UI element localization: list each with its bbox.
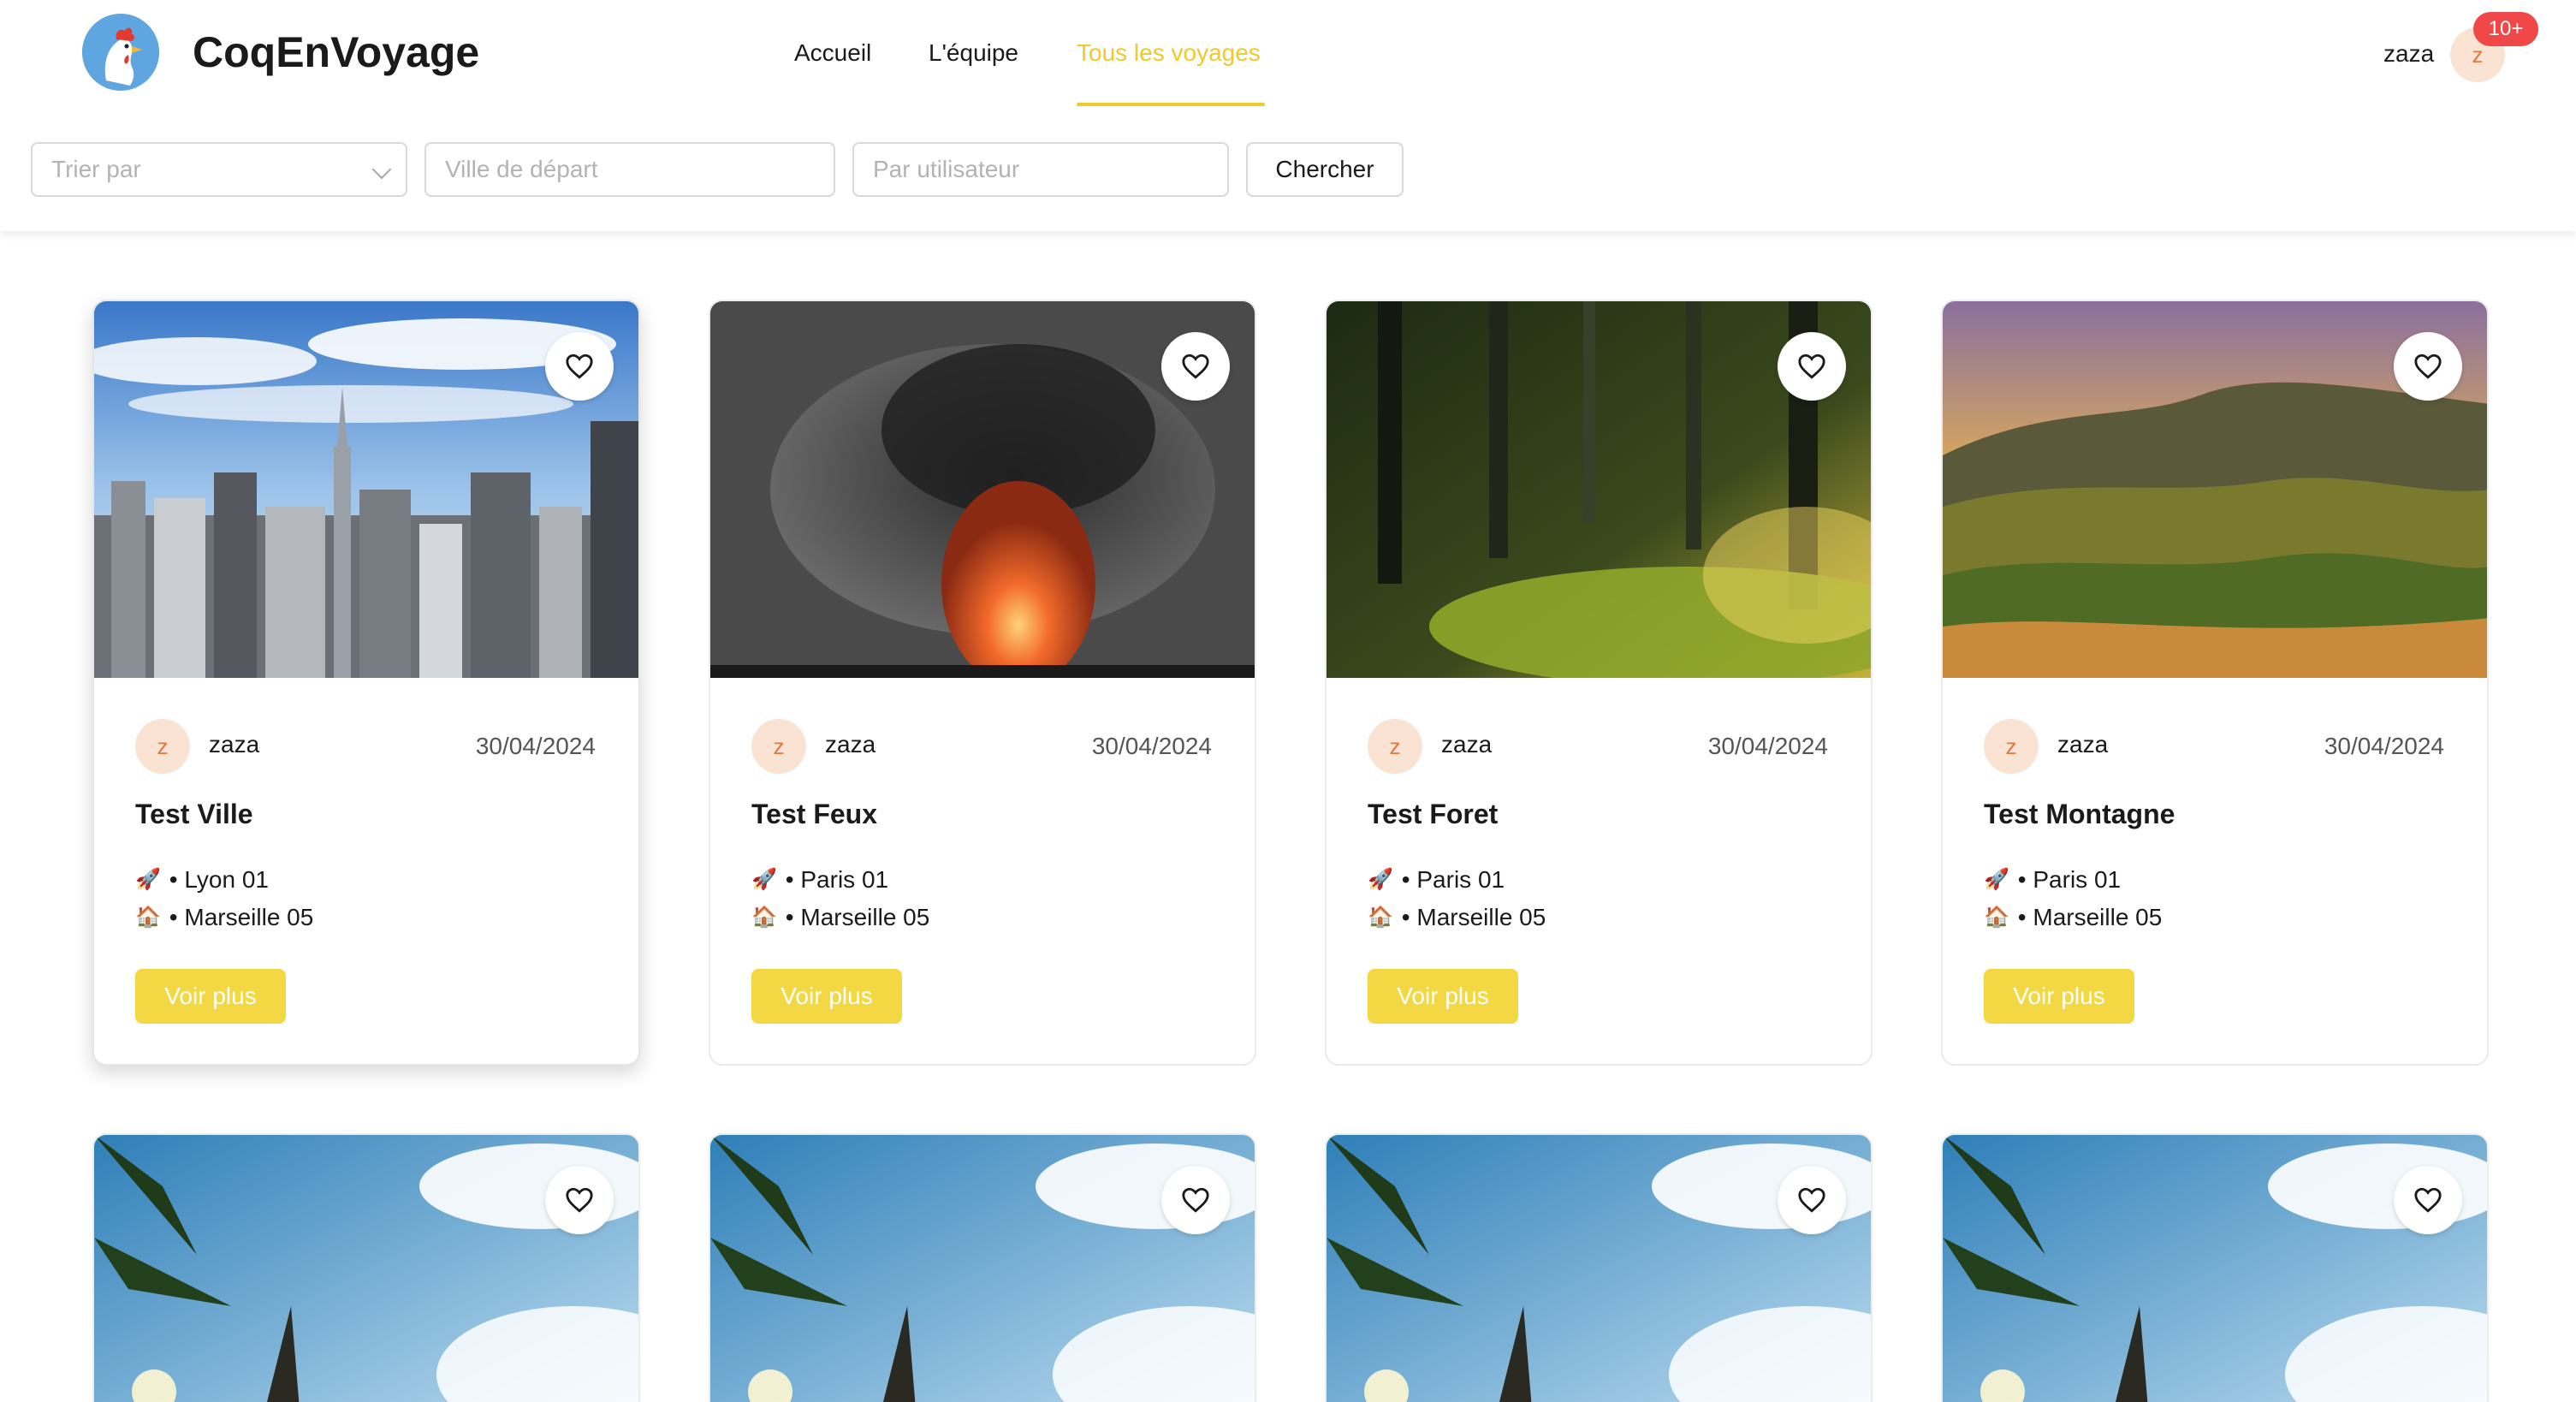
- arrival-city: Marseille 05: [800, 904, 930, 930]
- favorite-heart-button[interactable]: [1778, 332, 1846, 401]
- author-name: zaza: [825, 731, 876, 757]
- heart-icon: [2414, 353, 2442, 379]
- nav-accueil[interactable]: Accueil: [794, 33, 871, 74]
- trip-card[interactable]: z zaza 30/04/2024 Test Ville 🚀 • Lyon 01…: [92, 300, 640, 1066]
- notification-badge[interactable]: 10+: [2473, 12, 2538, 46]
- trip-card[interactable]: [709, 1133, 1256, 1402]
- author-avatar: z: [1368, 719, 1422, 774]
- favorite-heart-button[interactable]: [1161, 332, 1230, 401]
- trip-card[interactable]: [1941, 1133, 2489, 1402]
- author-name: zaza: [209, 731, 260, 757]
- trip-date: 30/04/2024: [1707, 733, 1828, 759]
- house-icon: 🏠: [1984, 906, 2009, 929]
- sort-select-placeholder: Trier par: [51, 156, 141, 182]
- arrival-line: 🏠 • Marseille 05: [1984, 900, 2162, 935]
- favorite-heart-button[interactable]: [2394, 332, 2462, 401]
- departure-city: Paris 01: [1416, 866, 1505, 893]
- departure-line: 🚀 • Paris 01: [1984, 863, 2121, 897]
- favorite-heart-button[interactable]: [2394, 1166, 2462, 1234]
- author-avatar: z: [1984, 719, 2039, 774]
- departure-city-field[interactable]: [424, 142, 835, 197]
- author-avatar: z: [135, 719, 190, 774]
- trip-card[interactable]: z zaza 30/04/2024 Test Feux 🚀 • Paris 01…: [709, 300, 1256, 1066]
- trip-card[interactable]: [92, 1133, 640, 1402]
- trip-title: Test Foret: [1368, 799, 1499, 829]
- see-more-button[interactable]: Voir plus: [751, 969, 902, 1024]
- favorite-heart-button[interactable]: [545, 1166, 614, 1234]
- heart-icon: [566, 1187, 593, 1213]
- rocket-icon: 🚀: [1984, 868, 2009, 891]
- arrival-city: Marseille 05: [2033, 904, 2163, 930]
- house-icon: 🏠: [135, 906, 161, 929]
- departure-city: Lyon 01: [184, 866, 269, 893]
- chevron-down-icon: [371, 159, 392, 180]
- trip-title: Test Feux: [751, 799, 877, 829]
- nav-equipe[interactable]: L'équipe: [929, 33, 1018, 74]
- brand-name[interactable]: CoqEnVoyage: [193, 24, 479, 80]
- trip-date: 30/04/2024: [475, 733, 596, 759]
- arrival-line: 🏠 • Marseille 05: [751, 900, 929, 935]
- trip-card[interactable]: [1325, 1133, 1873, 1402]
- nav-active-indicator: [1077, 103, 1265, 106]
- arrival-city: Marseille 05: [184, 904, 314, 930]
- heart-icon: [1798, 1187, 1825, 1213]
- trip-date: 30/04/2024: [2324, 733, 2444, 759]
- heart-icon: [2414, 1187, 2442, 1213]
- departure-line: 🚀 • Lyon 01: [135, 863, 269, 897]
- heart-icon: [1798, 353, 1825, 379]
- favorite-heart-button[interactable]: [1778, 1166, 1846, 1234]
- departure-city: Paris 01: [800, 866, 889, 893]
- arrival-city: Marseille 05: [1416, 904, 1546, 930]
- see-more-button[interactable]: Voir plus: [1984, 969, 2134, 1024]
- favorite-heart-button[interactable]: [1161, 1166, 1230, 1234]
- arrival-line: 🏠 • Marseille 05: [1368, 900, 1546, 935]
- user-name[interactable]: zaza: [2383, 34, 2434, 74]
- rocket-icon: 🚀: [1368, 868, 1393, 891]
- departure-city-input[interactable]: [445, 156, 815, 183]
- rooster-logo-icon[interactable]: [82, 14, 159, 91]
- departure-line: 🚀 • Paris 01: [751, 863, 888, 897]
- departure-line: 🚀 • Paris 01: [1368, 863, 1505, 897]
- house-icon: 🏠: [751, 906, 777, 929]
- heart-icon: [1182, 353, 1209, 379]
- author-name: zaza: [2057, 731, 2109, 757]
- favorite-heart-button[interactable]: [545, 332, 614, 401]
- trip-card[interactable]: z zaza 30/04/2024 Test Montagne 🚀 • Pari…: [1941, 300, 2489, 1066]
- house-icon: 🏠: [1368, 906, 1393, 929]
- nav-all-trips[interactable]: Tous les voyages: [1077, 33, 1261, 74]
- search-button[interactable]: Chercher: [1246, 142, 1404, 197]
- author-avatar: z: [751, 719, 806, 774]
- rocket-icon: 🚀: [751, 868, 777, 891]
- see-more-button[interactable]: Voir plus: [1368, 969, 1518, 1024]
- trip-title: Test Ville: [135, 799, 253, 829]
- trip-title: Test Montagne: [1984, 799, 2175, 829]
- trip-date: 30/04/2024: [1091, 733, 1212, 759]
- sort-select[interactable]: Trier par: [31, 142, 407, 197]
- author-name: zaza: [1441, 731, 1493, 757]
- heart-icon: [1182, 1187, 1209, 1213]
- departure-city: Paris 01: [2033, 866, 2122, 893]
- see-more-button[interactable]: Voir plus: [135, 969, 286, 1024]
- user-filter-input[interactable]: [873, 156, 1208, 183]
- top-header: CoqEnVoyage Accueil L'équipe Tous les vo…: [0, 0, 2576, 231]
- heart-icon: [566, 353, 593, 379]
- arrival-line: 🏠 • Marseille 05: [135, 900, 313, 935]
- rocket-icon: 🚀: [135, 868, 161, 891]
- user-filter-field[interactable]: [852, 142, 1229, 197]
- trip-card[interactable]: z zaza 30/04/2024 Test Foret 🚀 • Paris 0…: [1325, 300, 1873, 1066]
